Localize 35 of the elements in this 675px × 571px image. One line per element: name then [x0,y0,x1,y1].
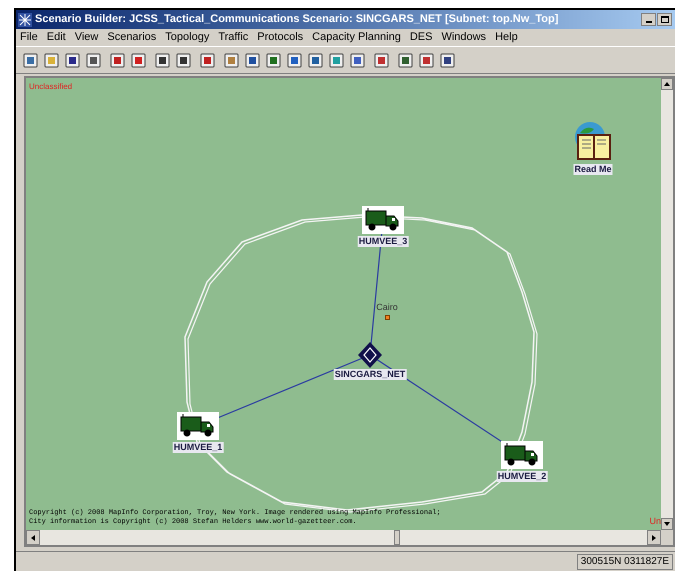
menu-item[interactable]: Help [495,29,518,46]
horizontal-scrollbar[interactable] [26,530,661,545]
diamond-icon[interactable] [358,342,382,368]
classification-label: Unclassified [29,81,72,93]
city-marker [385,315,390,320]
window-title: Scenario Builder: JCSS_Tactical_Communications Scenario: SINCGARS_NET [Subnet: top.Nw_Top] [35,12,558,28]
vehicle-node[interactable] [362,206,404,234]
node-label: SINCGARS_NET [334,369,406,380]
minimize-button[interactable] [641,13,656,26]
menu-item[interactable]: File [20,29,38,46]
node-label: Cairo [375,302,399,313]
node-label: HUMVEE_3 [358,236,408,247]
menu-item[interactable]: Traffic [218,29,248,46]
node-label: HUMVEE_1 [172,442,224,453]
book-icon[interactable] [572,121,614,163]
maximize-button[interactable] [657,13,672,26]
truck-icon [365,208,401,232]
truck-icon [504,443,540,467]
menu-item[interactable]: Scenarios [107,29,156,46]
menu-item[interactable]: Protocols [257,29,304,46]
node-label: HUMVEE_2 [496,471,548,482]
menu-item[interactable]: Windows [441,29,486,46]
vertical-scrollbar[interactable] [661,78,673,530]
menu-item[interactable]: DES [410,29,432,46]
truck-icon [180,414,216,438]
node-label: Read Me [574,164,612,175]
menu-item[interactable]: View [74,29,98,46]
menu-item[interactable]: Edit [46,29,66,46]
classification-label: Un [649,514,661,528]
vehicle-node[interactable] [501,441,543,469]
menu-item[interactable]: Capacity Planning [312,29,401,46]
menu-item[interactable]: Topology [165,29,210,46]
coordinates-text: 300515N 0311827E [576,554,673,570]
star-icon [18,12,32,26]
vehicle-node[interactable] [177,412,219,440]
